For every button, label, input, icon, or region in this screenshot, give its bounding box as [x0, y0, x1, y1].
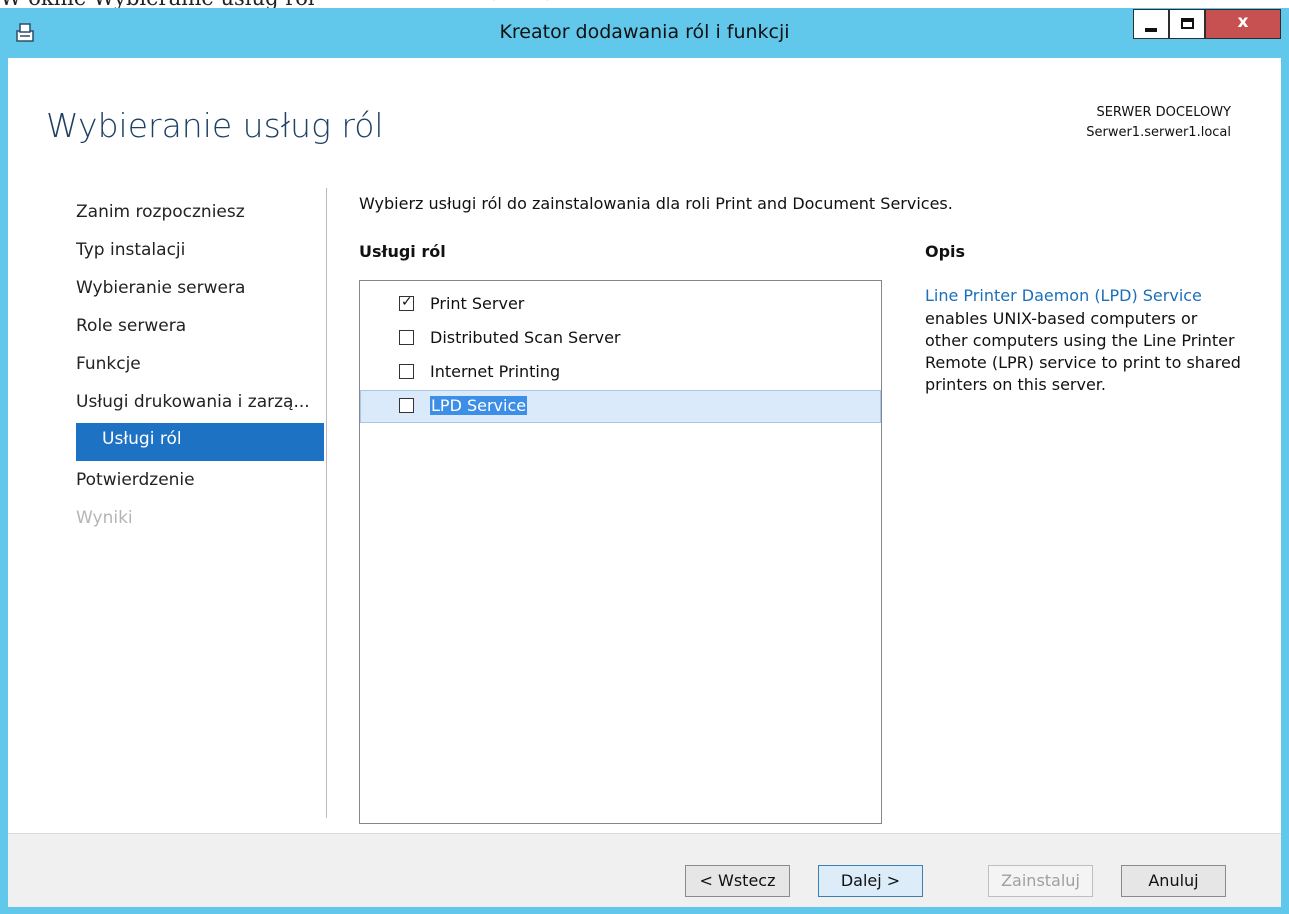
intro-text: Wybierz usługi ról do zainstalowania dla… [359, 194, 953, 213]
distributed-scan-server-checkbox[interactable] [399, 330, 414, 345]
minimize-icon [1145, 28, 1157, 32]
nav-item-wyniki: Wyniki [76, 508, 133, 528]
close-button[interactable]: x [1205, 9, 1281, 39]
nav-separator [326, 188, 327, 818]
wizard-window: Kreator dodawania ról i funkcji x Wybier… [0, 8, 1289, 914]
list-item-lpd-service[interactable]: LPD Service [360, 390, 881, 423]
nav-item-typ-instalacji[interactable]: Typ instalacji [76, 240, 185, 260]
window-title: Kreator dodawania ról i funkcji [499, 21, 790, 43]
print-server-checkbox[interactable]: ✓ [399, 294, 414, 311]
next-button[interactable]: Dalej > [818, 865, 923, 897]
maximize-icon [1181, 18, 1194, 29]
nav-item-funkcje[interactable]: Funkcje [76, 354, 141, 374]
page-title: Wybieranie usług ról [46, 106, 384, 145]
description-link[interactable]: Line Printer Daemon (LPD) Service [925, 286, 1202, 305]
lpd-service-checkbox[interactable] [399, 398, 414, 413]
list-item-print-server[interactable]: ✓ Print Server [360, 288, 881, 321]
list-item-distributed-scan-server[interactable]: Distributed Scan Server [360, 322, 881, 355]
list-item-label: Print Server [430, 294, 525, 313]
install-button: Zainstaluj [988, 865, 1093, 897]
role-services-list[interactable]: ✓ Print Server Distributed Scan Server I… [359, 280, 882, 824]
close-icon: x [1237, 12, 1249, 32]
role-services-header: Usługi ról [359, 242, 446, 261]
maximize-button[interactable] [1169, 9, 1205, 39]
list-item-label: Distributed Scan Server [430, 328, 621, 347]
back-button[interactable]: < Wstecz [685, 865, 790, 897]
wizard-footer: < Wstecz Dalej > Zainstaluj Anuluj [8, 833, 1281, 907]
wizard-content: Wybieranie usług ról SERWER DOCELOWY Ser… [8, 58, 1281, 907]
cancel-button[interactable]: Anuluj [1121, 865, 1226, 897]
nav-item-uslugi-rol[interactable]: Usługi ról [76, 423, 324, 461]
list-item-label: Internet Printing [430, 362, 561, 381]
nav-item-uslugi-rol-label: Usługi ról [102, 429, 182, 449]
nav-item-potwierdzenie[interactable]: Potwierdzenie [76, 470, 195, 490]
nav-item-uslugi-drukowania[interactable]: Usługi drukowania i zarzą... [76, 392, 310, 412]
document-fragment-toolbar: ≡ ▼ ≡ ▼ [462, 0, 558, 3]
destination-server-value: Serwer1.serwer1.local [1086, 125, 1231, 140]
internet-printing-checkbox[interactable] [399, 364, 414, 379]
nav-item-zanim-rozpoczniesz[interactable]: Zanim rozpoczniesz [76, 202, 245, 222]
description-text: enables UNIX-based computers or other co… [925, 309, 1241, 394]
minimize-button[interactable] [1133, 9, 1169, 39]
list-item-label: LPD Service [430, 396, 528, 415]
list-item-internet-printing[interactable]: Internet Printing [360, 356, 881, 389]
nav-item-role-serwera[interactable]: Role serwera [76, 316, 186, 336]
title-bar[interactable]: Kreator dodawania ról i funkcji x [0, 8, 1289, 58]
description-header: Opis [925, 242, 966, 261]
destination-server-label: SERWER DOCELOWY [1096, 105, 1231, 120]
checkmark-icon: ✓ [401, 294, 413, 310]
nav-item-wybieranie-serwera[interactable]: Wybieranie serwera [76, 278, 245, 298]
